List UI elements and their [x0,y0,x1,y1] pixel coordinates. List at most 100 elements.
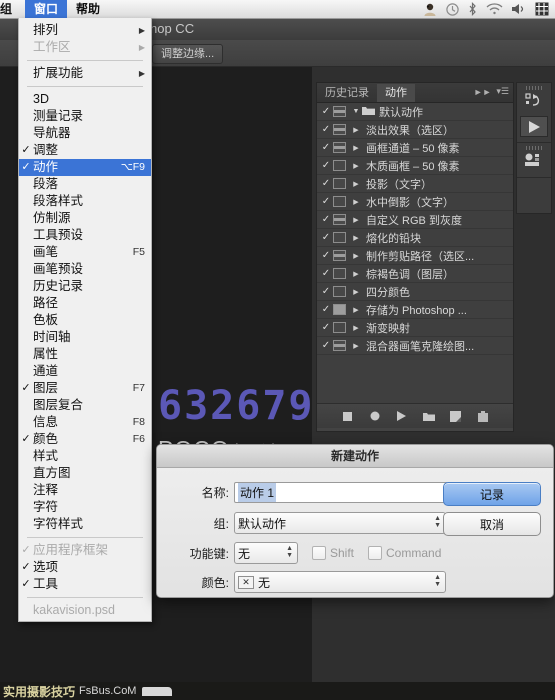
menu-item-33[interactable]: ✓选项 [19,559,151,576]
record-icon[interactable] [368,410,381,423]
menu-item-28[interactable]: 注释 [19,482,151,499]
new-set-folder-icon[interactable] [422,410,435,423]
action-toggle-check-icon[interactable]: ✓ [319,322,333,333]
action-toggle-check-icon[interactable]: ✓ [319,232,333,243]
menu-item-17[interactable]: 路径 [19,295,151,312]
disclosure-triangle-icon[interactable]: ▶ [350,342,362,350]
wifi-icon[interactable] [486,3,503,15]
action-toggle-check-icon[interactable]: ✓ [319,142,333,153]
action-toggle-check-icon[interactable]: ✓ [319,178,333,189]
menu-item-7[interactable]: 导航器 [19,125,151,142]
delete-icon[interactable] [476,410,489,423]
action-toggle-check-icon[interactable]: ✓ [319,214,333,225]
dock-grip-2[interactable] [526,146,542,150]
action-dialog-toggle-icon[interactable] [333,286,346,297]
disclosure-triangle-icon[interactable]: ▶ [350,270,362,278]
action-toggle-check-icon[interactable]: ✓ [319,304,333,315]
function-key-select[interactable]: 无 ▲▼ [234,542,298,564]
disclosure-triangle-icon[interactable]: ▶ [350,126,362,134]
tab-history[interactable]: 历史记录 [317,84,377,102]
menu-item-6[interactable]: 测量记录 [19,108,151,125]
menu-item-10[interactable]: 段落 [19,176,151,193]
menu-item-15[interactable]: 画笔预设 [19,261,151,278]
disclosure-triangle-icon[interactable]: ▶ [350,306,362,314]
action-row[interactable]: ✓▶渐变映射 [317,319,513,337]
action-toggle-check-icon[interactable]: ✓ [319,124,333,135]
action-dialog-toggle-icon[interactable] [333,124,346,135]
action-dialog-toggle-icon[interactable] [333,232,346,243]
menu-item-25[interactable]: ✓颜色F6 [19,431,151,448]
action-dialog-toggle-icon[interactable] [333,106,346,117]
disclosure-triangle-icon[interactable]: ▶ [350,234,362,242]
history-undo-icon[interactable] [525,93,543,113]
action-dialog-toggle-icon[interactable] [333,214,346,225]
disclosure-triangle-icon[interactable]: ▶ [350,162,362,170]
checkbox-box[interactable] [312,546,326,560]
collapse-icon[interactable]: ►► [474,87,492,97]
disclosure-triangle-icon[interactable]: ▼ [350,108,362,115]
action-dialog-toggle-icon[interactable] [333,142,346,153]
action-row[interactable]: ✓▶棕褐色调（图层） [317,265,513,283]
action-toggle-check-icon[interactable]: ✓ [319,250,333,261]
color-select[interactable]: ✕ 无 ▲▼ [234,571,446,593]
action-dialog-toggle-icon[interactable] [333,196,346,207]
action-row[interactable]: ✓▶存储为 Photoshop ... [317,301,513,319]
user-account-icon[interactable] [423,3,437,16]
menu-item-21[interactable]: 通道 [19,363,151,380]
tab-actions[interactable]: 动作 [377,84,415,102]
action-row[interactable]: ✓▶制作剪贴路径（选区... [317,247,513,265]
action-toggle-check-icon[interactable]: ✓ [319,106,333,117]
play-panel-icon[interactable] [520,116,548,137]
shift-checkbox[interactable]: Shift [312,546,354,560]
action-dialog-toggle-icon[interactable] [333,250,346,261]
menu-item-8[interactable]: ✓调整 [19,142,151,159]
action-row[interactable]: ✓▶画框通道 – 50 像素 [317,139,513,157]
menu-item-partial[interactable]: 组 [0,0,25,18]
action-row[interactable]: ✓▶投影（文字） [317,175,513,193]
record-button[interactable]: 记录 [443,482,541,506]
disclosure-triangle-icon[interactable]: ▶ [350,288,362,296]
action-row[interactable]: ✓▼默认动作 [317,103,513,121]
disclosure-triangle-icon[interactable]: ▶ [350,252,362,260]
menu-item-24[interactable]: 信息F8 [19,414,151,431]
menu-item-16[interactable]: 历史记录 [19,278,151,295]
action-dialog-toggle-icon[interactable] [333,340,346,351]
time-machine-icon[interactable] [446,3,459,16]
checkbox-box-2[interactable] [368,546,382,560]
action-row[interactable]: ✓▶自定义 RGB 到灰度 [317,211,513,229]
refine-edge-button[interactable]: 调整边缘... [152,44,223,64]
menu-item-27[interactable]: 直方图 [19,465,151,482]
cancel-button[interactable]: 取消 [443,512,541,536]
action-toggle-check-icon[interactable]: ✓ [319,196,333,207]
action-row[interactable]: ✓▶混合器画笔克隆绘图... [317,337,513,355]
action-dialog-toggle-icon[interactable] [333,160,346,171]
menu-item-22[interactable]: ✓图层F7 [19,380,151,397]
menu-item-29[interactable]: 字符 [19,499,151,516]
action-row[interactable]: ✓▶熔化的铅块 [317,229,513,247]
bluetooth-icon[interactable] [468,2,477,16]
action-row[interactable]: ✓▶木质画框 – 50 像素 [317,157,513,175]
name-input[interactable]: 动作 1 [234,482,448,503]
play-icon[interactable] [395,410,408,423]
window-dropdown-menu[interactable]: 排列▶工作区▶扩展功能▶3D测量记录导航器✓调整✓动作⌥F9段落段落样式仿制源工… [18,18,152,622]
action-toggle-check-icon[interactable]: ✓ [319,268,333,279]
menu-item-help[interactable]: 帮助 [67,0,109,18]
menu-item-window[interactable]: 窗口 [25,0,67,18]
menu-item-9[interactable]: ✓动作⌥F9 [19,159,151,176]
action-row[interactable]: ✓▶四分颜色 [317,283,513,301]
action-row[interactable]: ✓▶水中倒影（文字） [317,193,513,211]
command-checkbox[interactable]: Command [368,546,441,560]
menu-item-14[interactable]: 画笔F5 [19,244,151,261]
set-select[interactable]: 默认动作 ▲▼ [234,512,446,534]
action-dialog-toggle-icon[interactable] [333,268,346,279]
disclosure-triangle-icon[interactable]: ▶ [350,180,362,188]
mini-bridge-icon[interactable] [524,153,544,172]
menu-item-26[interactable]: 样式 [19,448,151,465]
action-dialog-toggle-icon[interactable] [333,304,346,315]
actions-list[interactable]: ✓▼默认动作✓▶淡出效果（选区）✓▶画框通道 – 50 像素✓▶木质画框 – 5… [317,103,513,403]
action-toggle-check-icon[interactable]: ✓ [319,340,333,351]
menu-item-11[interactable]: 段落样式 [19,193,151,210]
menu-item-3[interactable]: 扩展功能▶ [19,65,151,82]
stepper-arrows-icon-2[interactable]: ▲▼ [286,545,293,559]
disclosure-triangle-icon[interactable]: ▶ [350,216,362,224]
